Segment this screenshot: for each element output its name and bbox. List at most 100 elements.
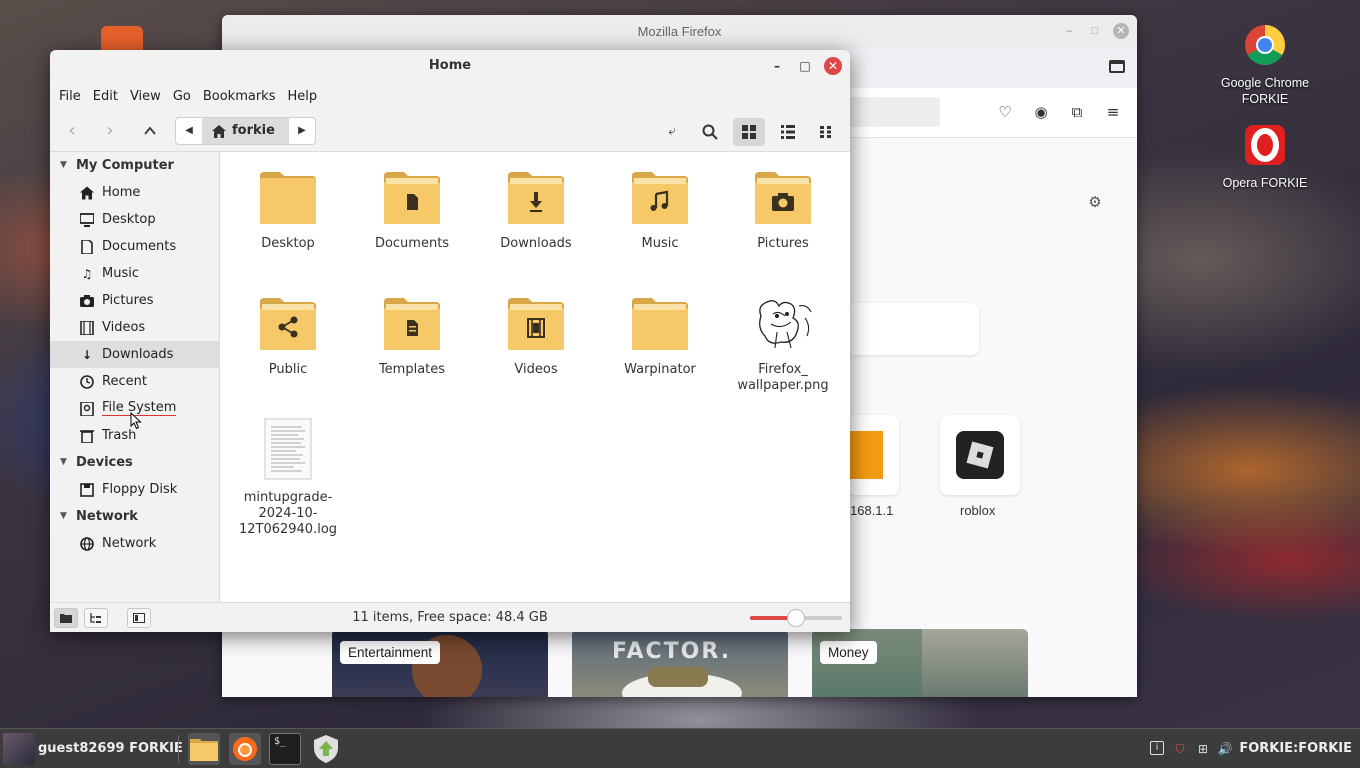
hide-sidebar-button[interactable] [127,608,151,628]
firefox-titlebar[interactable]: Mozilla Firefox – □ ✕ [222,15,1137,48]
keyboard-layout-icon[interactable]: i [1150,741,1164,755]
account-icon[interactable]: ◉ [1032,103,1050,121]
sidebar-item-pictures[interactable]: Pictures [50,287,219,314]
sidebar-item-documents[interactable]: Documents [50,233,219,260]
menu-bookmarks[interactable]: Bookmarks [197,89,282,104]
file-item-pictures[interactable]: Pictures [728,170,838,252]
search-button[interactable] [694,118,726,146]
file-item-public[interactable]: Public [233,296,343,378]
roblox-icon [956,431,1004,479]
sidebar-item-label: Home [102,185,141,200]
file-view[interactable]: Desktop Documents Downloads Music Pictur… [221,152,850,602]
minimize-icon[interactable]: – [768,57,786,75]
search-box-partial[interactable] [847,303,979,355]
file-name: Firefox_ wallpaper.png [737,362,829,393]
extensions-icon[interactable]: ⧉ [1068,103,1086,121]
shortcut-label[interactable]: roblox [960,503,995,518]
shortcut-label[interactable]: 168.1.1 [850,503,893,518]
security-shield-icon[interactable]: ⛉ [1172,741,1188,757]
sidebar-item-recent[interactable]: Recent [50,368,219,395]
news-card-food[interactable]: FACTOR. [572,629,788,697]
toggle-location-button[interactable]: ⤶ [656,118,688,146]
file-item-warpinator[interactable]: Warpinator [605,296,715,378]
show-places-button[interactable] [54,608,78,628]
sidebar-item-downloads[interactable]: ↓ Downloads [50,341,219,368]
gear-icon[interactable]: ⚙ [1086,193,1104,211]
pocket-icon[interactable]: ♡ [996,103,1014,121]
news-card-entertainment[interactable]: Entertainment [332,629,548,697]
desktop-icon-chrome[interactable]: Google Chrome FORKIE [1210,24,1320,107]
folder-icon [632,298,688,350]
folder-pictures-icon [755,172,811,224]
breadcrumb-home[interactable]: forkie [202,118,289,144]
sidebar-toggle-icon [133,613,145,623]
sidebar-item-desktop[interactable]: Desktop [50,206,219,233]
menu-help[interactable]: Help [281,89,323,104]
folder-videos-icon [508,298,564,350]
path-left-arrow-icon[interactable]: ◀ [176,118,202,144]
folder-small-icon [60,614,72,623]
sidebar-section-my-computer[interactable]: ▼ My Computer [50,152,219,179]
forward-button[interactable]: › [96,118,124,144]
close-icon[interactable]: ✕ [1113,23,1129,39]
list-icon [781,124,795,139]
menu-file[interactable]: File [53,89,87,104]
menu-edit[interactable]: Edit [87,89,124,104]
back-button[interactable]: ‹ [58,118,86,144]
file-manager-window[interactable]: Home – □ ✕ File Edit View Go Bookmarks H… [50,50,850,632]
minimize-icon[interactable]: – [1061,23,1077,39]
menu-go[interactable]: Go [167,89,197,104]
sidebar-section-devices[interactable]: ▼ Devices [50,449,219,476]
sidebar-item-floppy-disk[interactable]: Floppy Disk [50,476,219,503]
zoom-slider-handle[interactable] [787,609,805,627]
network-status-icon[interactable]: ⊞ [1195,741,1211,757]
close-icon[interactable]: ✕ [824,57,842,75]
file-item-mintupgrade-log[interactable]: mintupgrade-2024-10-12T062940.log [233,418,343,538]
taskbar-host-label[interactable]: FORKIE:FORKIE [1239,729,1352,768]
menu-icon[interactable]: ≡ [1104,103,1122,121]
zoom-slider[interactable] [750,609,842,627]
taskbar-firefox-button[interactable] [229,733,261,765]
up-button[interactable] [136,118,164,144]
sidebar-section-network[interactable]: ▼ Network [50,503,219,530]
volume-icon[interactable]: 🔊 [1217,741,1233,757]
file-item-documents[interactable]: Documents [357,170,467,252]
taskbar-user-label[interactable]: guest82699 FORKIE [38,729,183,768]
news-card-money[interactable]: Money [812,629,1028,697]
file-item-music[interactable]: Music [605,170,715,252]
shortcut-tile-partial[interactable] [847,415,899,495]
show-treeview-button[interactable] [84,608,108,628]
list-view-button[interactable] [772,118,804,146]
list-all-tabs-icon[interactable] [1109,60,1125,73]
desktop-icon-opera[interactable]: Opera FORKIE [1210,124,1320,191]
taskbar-update-manager-button[interactable] [310,733,342,765]
maximize-icon[interactable]: □ [1087,23,1103,39]
compact-view-button[interactable] [810,118,842,146]
path-right-arrow-icon[interactable]: ▶ [289,118,315,144]
url-bar-partial[interactable] [847,97,940,127]
menu-view[interactable]: View [124,89,167,104]
news-image-text: FACTOR. [612,639,732,664]
file-item-downloads[interactable]: Downloads [481,170,591,252]
sidebar-section-title: Network [76,509,138,524]
sidebar-item-network[interactable]: Network [50,530,219,557]
network-icon [80,536,94,551]
desktop-app-icon-partial[interactable] [101,26,143,52]
file-item-videos[interactable]: Videos [481,296,591,378]
sidebar-item-videos[interactable]: Videos [50,314,219,341]
taskbar-separator [178,735,179,763]
icon-view-button[interactable] [733,118,765,146]
file-item-firefox-wallpaper[interactable]: Firefox_ wallpaper.png [728,296,838,394]
file-item-templates[interactable]: Templates [357,296,467,378]
maximize-icon[interactable]: □ [796,57,814,75]
taskbar-terminal-button[interactable]: $_ [269,733,301,765]
sidebar-item-home[interactable]: Home [50,179,219,206]
folder-icon [260,172,316,224]
user-avatar[interactable] [3,733,35,765]
file-manager-titlebar[interactable]: Home – □ ✕ [50,50,850,82]
sidebar-item-music[interactable]: ♫ Music [50,260,219,287]
file-item-desktop[interactable]: Desktop [233,170,343,252]
taskbar-files-button[interactable] [188,733,220,765]
chrome-icon [1245,25,1285,65]
shortcut-tile-roblox[interactable] [940,415,1020,495]
